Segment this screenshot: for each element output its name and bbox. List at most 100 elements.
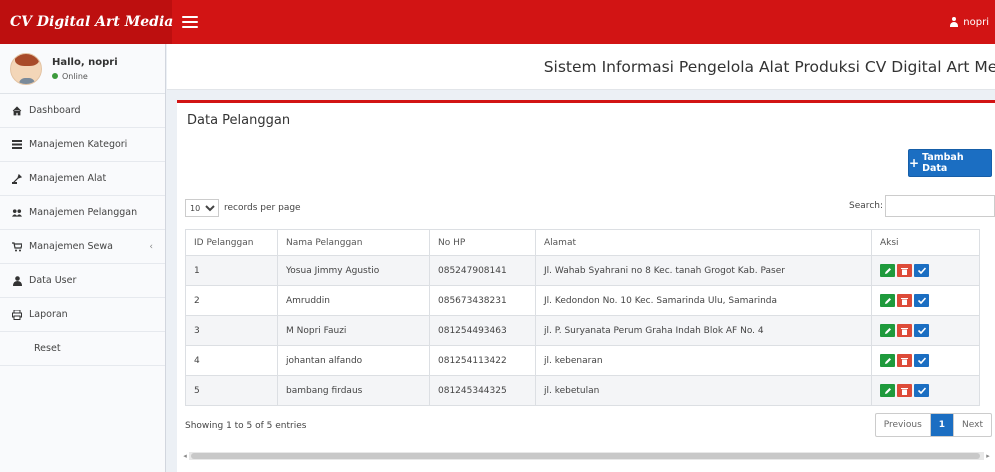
confirm-button[interactable] (914, 354, 929, 367)
sidebar-item-label: Dashboard (29, 105, 81, 116)
cell-phone: 081254113422 (429, 345, 536, 376)
tools-icon (12, 173, 22, 184)
trash-icon (901, 297, 908, 305)
user-icon (950, 17, 959, 27)
user-menu-name: nopri (963, 16, 989, 28)
sidebar-item-label: Manajemen Kategori (29, 139, 128, 150)
confirm-button[interactable] (914, 384, 929, 397)
user-menu[interactable]: nopri (950, 17, 989, 28)
column-header-name[interactable]: Nama Pelanggan (277, 229, 430, 256)
records-per-page: 10 records per page (185, 199, 301, 217)
trash-icon (901, 267, 908, 275)
pencil-icon (884, 357, 891, 364)
sidebar-item-label: Manajemen Alat (29, 173, 107, 184)
delete-button[interactable] (897, 354, 912, 367)
sidebar-item-label: Manajemen Pelanggan (29, 207, 138, 218)
plus-icon: + (909, 156, 920, 170)
edit-button[interactable] (880, 264, 895, 277)
table-header-row: ID Pelanggan Nama Pelanggan No HP Alamat… (185, 229, 980, 256)
delete-button[interactable] (897, 294, 912, 307)
cell-actions (871, 285, 980, 316)
user-icon (12, 275, 22, 286)
column-header-id[interactable]: ID Pelanggan (185, 229, 278, 256)
delete-button[interactable] (897, 264, 912, 277)
top-header: CV Digital Art Media nopri (0, 0, 995, 44)
sidebar-item-dashboard[interactable]: Dashboard (0, 94, 165, 128)
avatar (10, 52, 42, 85)
sidebar-toggle-icon[interactable] (182, 16, 198, 28)
records-per-page-select[interactable]: 10 (185, 199, 219, 217)
sidebar-item-sewa[interactable]: Manajemen Sewa ‹ (0, 230, 165, 264)
next-page-button[interactable]: Next (953, 414, 991, 436)
delete-button[interactable] (897, 384, 912, 397)
sidebar-item-reset[interactable]: Reset (0, 332, 165, 366)
pencil-icon (884, 267, 891, 274)
add-data-button[interactable]: + Tambah Data (908, 149, 992, 177)
add-data-label: Tambah Data (922, 152, 964, 174)
content-header: Sistem Informasi Pengelola Alat Produksi… (167, 44, 995, 90)
cell-address: jl. kebenaran (535, 345, 872, 376)
edit-button[interactable] (880, 354, 895, 367)
confirm-button[interactable] (914, 264, 929, 277)
edit-button[interactable] (880, 324, 895, 337)
search-input[interactable] (885, 195, 995, 217)
box-title: Data Pelanggan (187, 113, 291, 128)
cell-id: 1 (185, 255, 278, 286)
cell-name: M Nopri Fauzi (277, 315, 430, 346)
cell-actions (871, 375, 980, 406)
page-title: Sistem Informasi Pengelola Alat Produksi… (543, 57, 995, 76)
sidebar-item-laporan[interactable]: Laporan (0, 298, 165, 332)
check-icon (917, 327, 926, 334)
cell-actions (871, 315, 980, 346)
customers-table: ID Pelanggan Nama Pelanggan No HP Alamat… (185, 229, 980, 406)
search-container: Search: (849, 195, 995, 217)
confirm-button[interactable] (914, 324, 929, 337)
sidebar-item-label: Data User (29, 275, 77, 286)
cell-address: jl. kebetulan (535, 375, 872, 406)
sidebar-item-label: Manajemen Sewa (29, 241, 113, 252)
cell-id: 5 (185, 375, 278, 406)
scroll-left-icon[interactable]: ◂ (181, 452, 189, 460)
check-icon (917, 297, 926, 304)
sidebar-item-kategori[interactable]: Manajemen Kategori (0, 128, 165, 162)
trash-icon (901, 357, 908, 365)
trash-icon (901, 327, 908, 335)
brand-logo[interactable]: CV Digital Art Media (0, 0, 173, 44)
sidebar-item-alat[interactable]: Manajemen Alat (0, 162, 165, 196)
status-label: Online (62, 71, 88, 81)
users-icon (12, 208, 22, 218)
search-label: Search: (849, 201, 883, 211)
cell-address: Jl. Wahab Syahrani no 8 Kec. tanah Grogo… (535, 255, 872, 286)
cell-id: 3 (185, 315, 278, 346)
list-icon (12, 140, 22, 150)
sidebar-item-pelanggan[interactable]: Manajemen Pelanggan (0, 196, 165, 230)
sidebar-item-data-user[interactable]: Data User (0, 264, 165, 298)
sidebar-item-label: Reset (34, 343, 61, 354)
previous-page-button[interactable]: Previous (876, 414, 931, 436)
edit-button[interactable] (880, 294, 895, 307)
cell-name: Amruddin (277, 285, 430, 316)
pencil-icon (884, 327, 891, 334)
table-row: 1 Yosua Jimmy Agustio 085247908141 Jl. Waha… (185, 255, 980, 286)
table-row: 3M Nopri Fauzi 081254493463 jl. P. Suryana… (185, 315, 980, 346)
cell-phone: 085673438231 (429, 285, 536, 316)
column-header-phone[interactable]: No HP (429, 229, 536, 256)
cell-id: 4 (185, 345, 278, 376)
horizontal-scrollbar[interactable]: ◂ ▸ (181, 451, 992, 461)
cell-name: Yosua Jimmy Agustio (277, 255, 430, 286)
edit-button[interactable] (880, 384, 895, 397)
sidebar-item-label: Laporan (29, 309, 68, 320)
cell-address: jl. P. Suryanata Perum Graha Indah Blok … (535, 315, 872, 346)
table-row: 5 bambang firdaus 081245344325 jl. kebetula… (185, 375, 980, 406)
confirm-button[interactable] (914, 294, 929, 307)
scrollbar-thumb[interactable] (191, 453, 980, 459)
cell-phone: 085247908141 (429, 255, 536, 286)
page-1-button[interactable]: 1 (930, 414, 954, 436)
column-header-address[interactable]: Alamat (535, 229, 872, 256)
scroll-right-icon[interactable]: ▸ (984, 452, 992, 460)
check-icon (917, 357, 926, 364)
sidebar: Hallo, nopri Online Dashboard Manajemen … (0, 44, 166, 472)
chevron-left-icon[interactable]: ‹ (149, 242, 153, 252)
delete-button[interactable] (897, 324, 912, 337)
status-online: Online (52, 72, 118, 81)
